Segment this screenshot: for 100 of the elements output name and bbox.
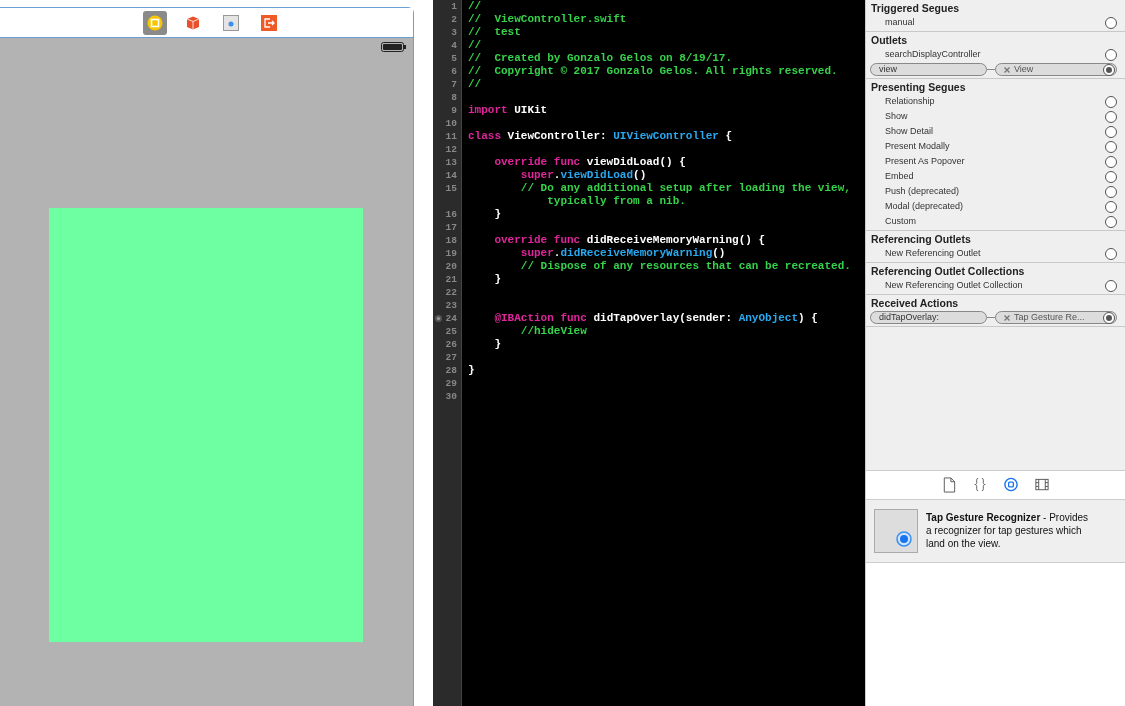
connection-label: New Referencing Outlet (885, 246, 982, 260)
code-line: // (467, 78, 482, 91)
section-header: Received Actions (870, 296, 960, 310)
code-line: // Copyright © 2017 Gonzalo Gelos. All rights reserved. (467, 65, 838, 78)
connection-circle[interactable] (1105, 95, 1117, 108)
connection-circle[interactable] (1105, 279, 1117, 292)
connection-label: searchDisplayController (885, 47, 982, 61)
connection-source[interactable]: didTapOverlay: (870, 311, 987, 324)
connection-label: Present As Popover (885, 154, 966, 168)
line-number: 2 (451, 14, 457, 25)
code-line: } (467, 364, 475, 377)
line-number: 14 (445, 170, 457, 181)
line-number: 10 (445, 118, 457, 129)
file-icon (941, 477, 957, 493)
code-line: // ViewController.swift (467, 13, 627, 26)
line-number: 25 (445, 326, 457, 337)
code-line: // Dispose of any resources that can be recreated. (519, 260, 851, 273)
code-line: @IBAction func didTapOverlay(sender: AnyObject) { (493, 312, 818, 325)
connection-circle[interactable] (1103, 311, 1115, 324)
line-number: 7 (451, 79, 457, 90)
code-line: } (493, 338, 501, 351)
gesture-icon (222, 14, 239, 31)
connection-circle[interactable] (1105, 155, 1117, 168)
line-number: 9 (451, 105, 457, 116)
line-number: 27 (445, 352, 457, 363)
connection-label: Push (deprecated) (885, 184, 961, 198)
connection-circle[interactable] (1105, 170, 1117, 183)
code-line: // test (467, 26, 521, 39)
connection-circle[interactable] (1105, 185, 1117, 198)
battery-icon (381, 42, 406, 52)
line-number: 12 (445, 144, 457, 155)
code-line: override func viewDidLoad() { (493, 156, 686, 169)
line-number: 24 (445, 313, 457, 324)
remove-icon[interactable] (1004, 314, 1010, 321)
line-number: 19 (445, 248, 457, 259)
film-icon (1034, 477, 1050, 493)
controller-icon (146, 14, 163, 31)
section-header: Referencing Outlet Collections (870, 264, 1026, 278)
connection-label: Present Modally (885, 139, 951, 153)
connection-label: Modal (deprecated) (885, 199, 965, 213)
line-number: 26 (445, 339, 457, 350)
code-line: //hideView (519, 325, 587, 338)
connection-circle[interactable] (1105, 16, 1117, 29)
section-header: Referencing Outlets (870, 232, 972, 246)
cube-icon (184, 14, 201, 31)
code-line: super.didReceiveMemoryWarning() (519, 247, 726, 260)
line-number: 1 (451, 1, 457, 12)
exit-icon (260, 14, 277, 31)
controller-button[interactable] (142, 10, 167, 35)
line-number: 3 (451, 27, 457, 38)
line-number: 6 (451, 66, 457, 77)
line-number: 15 (445, 183, 457, 194)
connection-label: Custom (885, 214, 917, 228)
connection-circle[interactable] (1105, 110, 1117, 123)
line-number: 18 (445, 235, 457, 246)
line-number: 17 (445, 222, 457, 233)
code-line: super.viewDidLoad() (519, 169, 647, 182)
line-number: 23 (445, 300, 457, 311)
connection-circle[interactable] (1105, 200, 1117, 213)
line-number: 11 (445, 131, 457, 142)
line-number: 5 (451, 53, 457, 64)
object-thumbnail[interactable] (874, 509, 918, 553)
connection-source[interactable]: view (870, 63, 987, 76)
connection-label: Show Detail (885, 124, 935, 138)
line-number: 20 (445, 261, 457, 272)
connection-circle[interactable] (1105, 140, 1117, 153)
connection-label: Show (885, 109, 909, 123)
connection-label: New Referencing Outlet Collection (885, 278, 1024, 292)
line-number: 16 (445, 209, 457, 220)
code-line: import UIKit (467, 104, 548, 117)
code-line: } (493, 208, 501, 221)
code-line: // Created by Gonzalo Gelos on 8/19/17. (467, 52, 733, 65)
line-number: 8 (451, 92, 457, 103)
connection-circle[interactable] (1105, 247, 1117, 260)
code-line: // (467, 0, 482, 13)
connection-indicator[interactable] (435, 315, 442, 322)
connection-circle[interactable] (1105, 125, 1117, 138)
line-number: 21 (445, 274, 457, 285)
connection-circle[interactable] (1105, 48, 1117, 61)
connection-label: Embed (885, 169, 915, 183)
section-header: Presenting Segues (870, 80, 967, 94)
tap-gesture-icon (896, 531, 912, 547)
code-line: override func didReceiveMemoryWarning() { (493, 234, 766, 247)
line-number: 22 (445, 287, 457, 298)
code-line: // (467, 39, 482, 52)
line-number: 4 (451, 40, 457, 51)
section-header: Outlets (870, 33, 909, 47)
connection-label: manual (885, 15, 916, 29)
connection-circle[interactable] (1105, 215, 1117, 228)
object-tab[interactable] (1002, 476, 1020, 494)
line-number: 28 (445, 365, 457, 376)
connection-label: Relationship (885, 94, 936, 108)
code-line: class ViewController: UIViewController { (467, 130, 733, 143)
line-number: 30 (445, 391, 457, 402)
object-icon (1003, 477, 1019, 493)
line-number: 13 (445, 157, 457, 168)
code-line: typically from a nib. (546, 195, 687, 208)
remove-icon[interactable] (1004, 66, 1010, 73)
code-line: // Do any additional setup after loading the view, (519, 182, 851, 195)
connection-circle[interactable] (1103, 63, 1115, 76)
